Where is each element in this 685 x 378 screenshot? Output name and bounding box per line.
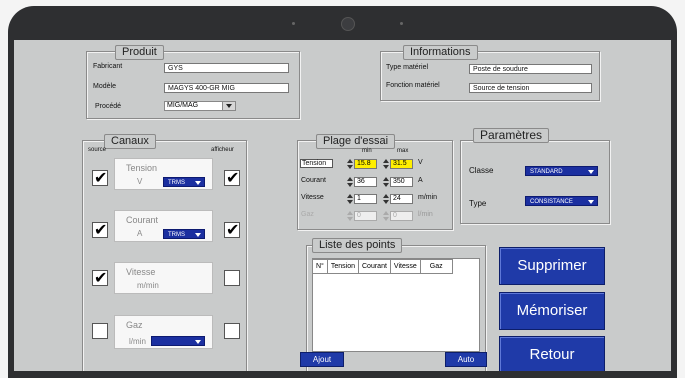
classe-label: Classe xyxy=(469,166,494,175)
spin-arrows-icon[interactable] xyxy=(347,159,353,169)
ajout-button[interactable]: Ajout xyxy=(300,352,344,367)
parametres-group xyxy=(460,140,610,224)
parametres-legend: Paramètres xyxy=(473,128,550,143)
fonction-materiel-field[interactable]: Source de tension xyxy=(469,83,592,93)
produit-legend: Produit xyxy=(115,45,164,60)
gaz-source-checkbox[interactable] xyxy=(92,323,108,339)
tension-afficheur-checkbox[interactable] xyxy=(224,168,240,187)
vitesse-source-checkbox[interactable] xyxy=(92,268,108,287)
vitesse-min-input[interactable]: 1 xyxy=(354,194,377,204)
supprimer-button[interactable]: Supprimer xyxy=(499,247,605,285)
procede-label: Procédé xyxy=(95,103,122,110)
spin-arrows-icon[interactable] xyxy=(383,177,389,187)
gaz-channel-unit: l/min xyxy=(129,337,146,346)
app-screen: Produit Fabricant GYS Modèle MAGYS 400-G… xyxy=(14,40,671,371)
tension-mode-select[interactable]: TRMS xyxy=(163,177,205,187)
chevron-down-icon xyxy=(195,340,201,344)
plage-gaz-label: Gaz xyxy=(301,211,314,218)
gaz-channel-name: Gaz xyxy=(126,320,143,330)
liste-points-legend: Liste des points xyxy=(312,238,403,253)
column-header-n[interactable]: N° xyxy=(312,259,328,274)
chevron-down-icon xyxy=(195,233,201,237)
column-header-tension[interactable]: Tension xyxy=(326,259,360,274)
fabricant-label: Fabricant xyxy=(93,63,123,70)
courant-mode-value: TRMS xyxy=(168,232,185,238)
spin-arrows-icon[interactable] xyxy=(383,194,389,204)
procede-value: MIG/MAG xyxy=(167,102,199,109)
vitesse-max-input[interactable]: 24 xyxy=(390,194,413,204)
type-materiel-field[interactable]: Poste de soudure xyxy=(469,64,592,74)
gaz-max-input: 0 xyxy=(390,211,413,221)
plage-vitesse-label: Vitesse xyxy=(301,194,324,201)
tension-channel: Tension V TRMS xyxy=(114,158,213,190)
courant-min-input[interactable]: 36 xyxy=(354,177,377,187)
courant-max-input[interactable]: 350 xyxy=(390,177,413,187)
chevron-down-icon xyxy=(222,102,235,110)
vitesse-channel-unit: m/min xyxy=(137,281,159,290)
fonction-materiel-label: Fonction matériel xyxy=(386,82,440,89)
retour-button[interactable]: Retour xyxy=(499,336,605,371)
points-table-header: N° Tension Courant Vitesse Gaz xyxy=(312,259,453,274)
procede-select[interactable]: MIG/MAG xyxy=(164,101,236,111)
gaz-afficheur-checkbox[interactable] xyxy=(224,323,240,339)
courant-afficheur-checkbox[interactable] xyxy=(224,220,240,239)
webcam xyxy=(341,17,355,31)
classe-value: STANDARD xyxy=(530,169,563,175)
column-header-courant[interactable]: Courant xyxy=(358,259,391,274)
tension-channel-name: Tension xyxy=(126,163,158,173)
max-label: max xyxy=(397,148,409,154)
spin-arrows-icon[interactable] xyxy=(383,159,389,169)
source-column-label: source xyxy=(88,147,107,153)
type-select[interactable]: CONSISTANCE xyxy=(525,196,598,206)
vitesse-afficheur-checkbox[interactable] xyxy=(224,270,240,286)
gaz-min-input: 0 xyxy=(354,211,377,221)
tension-max-input[interactable]: 31.5 xyxy=(390,159,413,169)
tension-mode-value: TRMS xyxy=(168,180,185,186)
auto-button[interactable]: Auto xyxy=(445,352,487,367)
afficheur-column-label: afficheur xyxy=(211,147,234,153)
column-header-gaz[interactable]: Gaz xyxy=(419,259,453,274)
courant-channel: Courant A TRMS xyxy=(114,210,213,242)
fabricant-field[interactable]: GYS xyxy=(164,63,289,73)
spin-arrows-icon[interactable] xyxy=(347,177,353,187)
modele-field[interactable]: MAGYS 400-GR MIG xyxy=(164,83,289,93)
plage-essai-legend: Plage d'essai xyxy=(316,134,396,149)
classe-select[interactable]: STANDARD xyxy=(525,166,598,176)
chevron-down-icon xyxy=(588,170,594,174)
chevron-down-icon xyxy=(195,181,201,185)
tension-source-checkbox[interactable] xyxy=(92,168,108,187)
spin-arrows-icon[interactable] xyxy=(347,194,353,204)
courant-unit: A xyxy=(418,177,423,184)
courant-channel-name: Courant xyxy=(126,215,159,225)
courant-mode-select[interactable]: TRMS xyxy=(163,229,205,239)
tension-channel-unit: V xyxy=(137,177,143,186)
parametres-type-label: Type xyxy=(469,199,487,208)
canaux-legend: Canaux xyxy=(104,134,156,149)
courant-source-checkbox[interactable] xyxy=(92,220,108,239)
gaz-mode-select[interactable] xyxy=(151,336,205,346)
modele-label: Modèle xyxy=(93,83,116,90)
min-label: min xyxy=(362,148,372,154)
plage-courant-label: Courant xyxy=(301,177,326,184)
bezel-sensor-dot xyxy=(400,22,403,25)
tension-unit: V xyxy=(418,159,423,166)
informations-legend: Informations xyxy=(403,45,478,60)
chevron-down-icon xyxy=(588,200,594,204)
bezel-sensor-dot xyxy=(292,22,295,25)
spin-arrows-icon xyxy=(347,211,353,221)
type-materiel-label: Type matériel xyxy=(386,64,429,71)
vitesse-channel-name: Vitesse xyxy=(126,267,156,277)
courant-channel-unit: A xyxy=(137,229,143,238)
memoriser-button[interactable]: Mémoriser xyxy=(499,292,605,330)
column-header-vitesse[interactable]: Vitesse xyxy=(389,259,421,274)
type-value: CONSISTANCE xyxy=(530,199,573,205)
plage-tension-label: Tension xyxy=(300,159,334,168)
gaz-channel: Gaz l/min xyxy=(114,315,213,349)
vitesse-unit: m/min xyxy=(418,194,438,201)
tension-min-input[interactable]: 15.8 xyxy=(354,159,377,169)
spin-arrows-icon xyxy=(383,211,389,221)
vitesse-channel: Vitesse m/min xyxy=(114,262,213,294)
gaz-unit: l/min xyxy=(418,211,433,218)
